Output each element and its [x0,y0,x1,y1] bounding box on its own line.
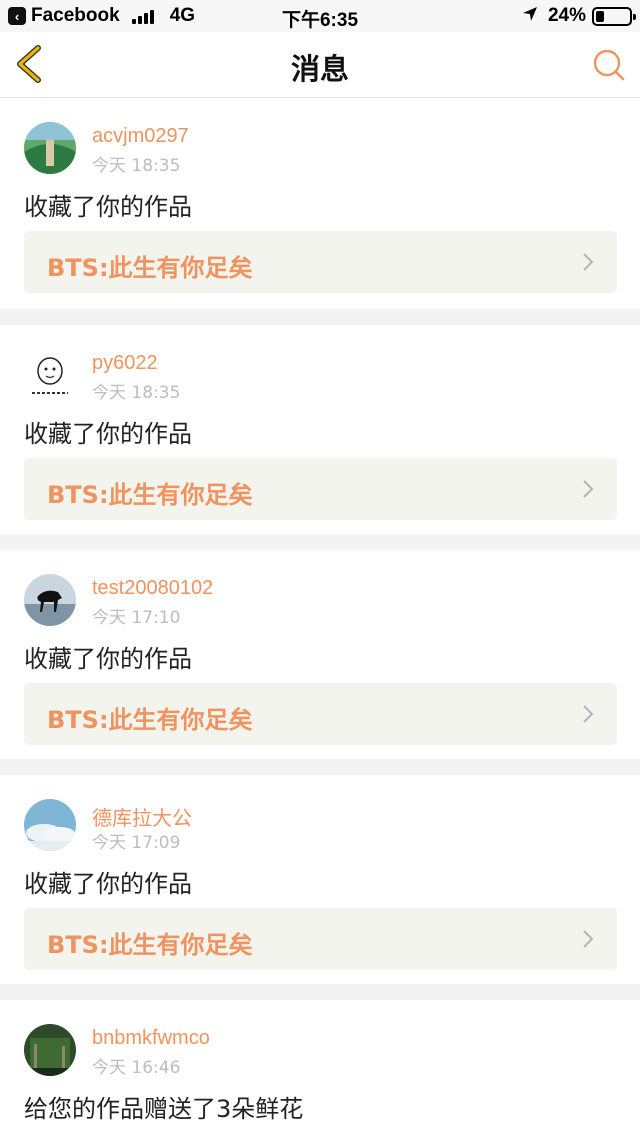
battery-icon [592,6,636,26]
status-bar: ‹ Facebook 4G 下午6:35 24% [0,0,640,32]
work-link[interactable]: BTS:此生有你足矣 [24,458,617,520]
action-text: 收藏了你的作品 [24,870,192,898]
timestamp: 今天 18:35 [92,156,181,176]
username[interactable]: test20080102 [92,577,213,600]
action-text: 收藏了你的作品 [24,645,192,673]
action-text: 收藏了你的作品 [24,193,192,221]
card-divider [0,759,640,775]
page-title: 消息 [290,52,349,86]
action-text: 给您的作品赠送了3朵鲜花 [24,1095,304,1123]
timestamp: 今天 17:09 [92,833,181,853]
timestamp: 今天 16:46 [92,1058,181,1078]
card-divider [0,534,640,550]
chevron-right-icon [583,930,594,948]
location-arrow-icon [522,6,538,27]
search-button[interactable] [592,48,626,82]
battery-percent: 24% [547,5,586,26]
status-right: 24% [522,5,636,27]
message-card: acvjm0297 今天 18:35 收藏了你的作品 BTS:此生有你足矣 [0,98,640,309]
work-link[interactable]: BTS:此生有你足矣 [24,683,617,745]
work-link[interactable]: BTS:此生有你足矣 [24,231,617,293]
nav-bar: 消息 [0,32,640,98]
avatar[interactable] [24,574,76,626]
work-link[interactable]: BTS:此生有你足矣 [24,908,617,970]
message-card: py6022 今天 18:35 收藏了你的作品 BTS:此生有你足矣 [0,325,640,534]
work-title: BTS:此生有你足矣 [47,931,253,959]
chevron-right-icon [583,705,594,723]
username[interactable]: py6022 [92,352,158,375]
message-card: bnbmkfwmco 今天 16:46 给您的作品赠送了3朵鲜花 [0,1000,640,1138]
username[interactable]: bnbmkfwmco [92,1027,210,1050]
timestamp: 今天 17:10 [92,608,181,628]
avatar[interactable] [24,799,76,851]
action-text: 收藏了你的作品 [24,420,192,448]
chevron-right-icon [583,253,594,271]
message-card: test20080102 今天 17:10 收藏了你的作品 BTS:此生有你足矣 [0,550,640,759]
avatar[interactable] [24,349,76,401]
search-icon [593,49,625,81]
avatar[interactable] [24,1024,76,1076]
work-title: BTS:此生有你足矣 [47,706,253,734]
message-card: 德库拉大公 今天 17:09 收藏了你的作品 BTS:此生有你足矣 [0,775,640,984]
username[interactable]: 德库拉大公 [92,802,192,831]
work-title: BTS:此生有你足矣 [47,254,253,282]
chevron-right-icon [583,480,594,498]
username[interactable]: acvjm0297 [92,125,189,148]
timestamp: 今天 18:35 [92,383,181,403]
work-title: BTS:此生有你足矣 [47,481,253,509]
message-list: acvjm0297 今天 18:35 收藏了你的作品 BTS:此生有你足矣 py… [0,98,640,1138]
card-divider [0,984,640,1000]
avatar[interactable] [24,122,76,174]
card-divider [0,309,640,325]
